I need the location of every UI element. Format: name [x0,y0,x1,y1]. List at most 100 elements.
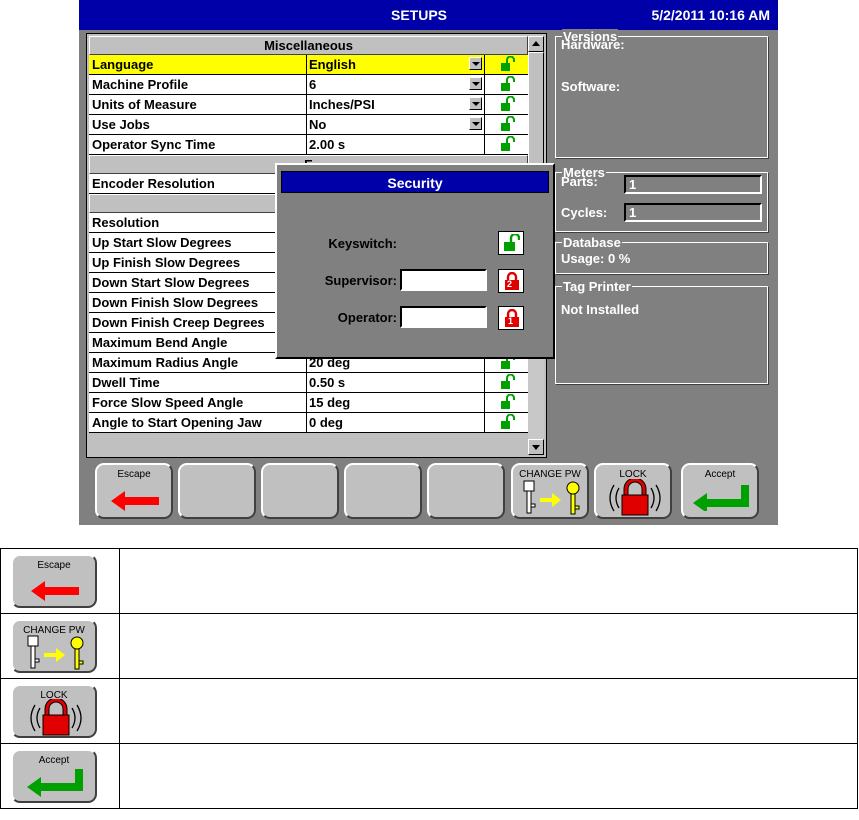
legend-accept-button: Accept [11,749,97,803]
cycles-label: Cycles: [561,205,608,220]
legend-escape-label: Escape [37,560,71,571]
security-title: Security [281,171,549,193]
setups-screen: SETUPS 5/2/2011 10:16 AM Miscellaneous La… [79,0,778,525]
hardware-label: Hardware: [561,37,625,52]
legend-key-change-icon [27,635,84,670]
setting-name: Resolution [92,215,160,230]
cycles-field: 1 [624,203,762,222]
operator-label: Operator: [337,310,397,325]
legend-change-pw-description [119,613,858,679]
datetime: 5/2/2011 10:16 AM [651,7,770,23]
unlocked-icon [501,414,515,429]
setting-name: Units of Measure [92,97,197,112]
title-bar: SETUPS 5/2/2011 10:16 AM [79,0,778,30]
database-title: Database [562,235,622,250]
setting-value[interactable]: Inches/PSI [309,97,375,112]
setting-name: Force Slow Speed Angle [92,395,244,410]
setting-name: Use Jobs [92,117,150,132]
tag-printer-group: Tag Printer [555,279,768,384]
legend-accept-label: Accept [38,755,70,766]
security-dialog: Security Keyswitch: Supervisor: 2 Operat… [275,163,555,359]
legend-left-arrow-icon [31,581,79,601]
left-arrow-icon [111,491,159,511]
setting-row[interactable]: Use Jobs No [89,115,528,135]
legend-escape-button: Escape [11,554,97,608]
setting-name: Encoder Resolution [92,176,215,191]
keyswitch-label: Keyswitch: [328,236,397,251]
scroll-up-button[interactable] [528,36,544,52]
dropdown-arrow-icon[interactable] [469,117,482,130]
setting-row[interactable]: Language English [89,55,528,75]
section-header: Miscellaneous [89,36,528,55]
setting-name: Maximum Radius Angle [92,355,239,370]
operator-lock-icon: 1 [498,306,524,330]
legend-row-escape: Escape [0,548,858,614]
setting-value[interactable]: English [309,57,356,72]
blank-button-2[interactable] [261,463,339,519]
setting-name: Angle to Start Opening Jaw [92,415,262,430]
tag-printer-title: Tag Printer [562,279,632,294]
legend-row-accept: Accept [0,743,858,809]
screen-title: SETUPS [391,7,448,23]
scroll-down-button[interactable] [528,439,544,455]
setting-value[interactable]: 2.00 s [309,137,345,152]
setting-row[interactable]: Operator Sync Time 2.00 s [89,135,528,155]
unlocked-icon [501,374,515,389]
setting-value[interactable]: 0 deg [309,415,343,430]
blank-button-3[interactable] [344,463,422,519]
software-label: Software: [561,79,621,94]
legend-lock-icon [30,699,82,736]
parts-label: Parts: [561,174,598,189]
setting-name: Down Finish Creep Degrees [92,315,265,330]
setting-value[interactable]: 6 [309,77,316,92]
setting-row[interactable]: Machine Profile 6 [89,75,528,95]
legend-lock-button: LOCK [11,684,97,738]
blank-button-1[interactable] [178,463,256,519]
legend-row-change-pw: CHANGE PW [0,613,858,679]
dropdown-arrow-icon[interactable] [469,77,482,90]
supervisor-level: 2 [507,279,513,289]
accept-button[interactable]: Accept [681,463,759,519]
setting-name: Up Start Slow Degrees [92,235,232,250]
section-title: Miscellaneous [264,38,353,53]
accept-label: Accept [704,469,736,480]
change-password-button[interactable]: CHANGE PW [511,463,589,519]
setting-row[interactable]: Units of Measure Inches/PSI [89,95,528,115]
setting-value[interactable]: 0.50 s [309,375,345,390]
unlocked-icon [501,394,515,409]
setting-row[interactable]: Angle to Start Opening Jaw 0 deg [89,413,528,433]
operator-level: 1 [508,316,514,326]
setting-name: Maximum Bend Angle [92,335,228,350]
setting-row[interactable]: Dwell Time 0.50 s [89,373,528,393]
blank-button-4[interactable] [427,463,505,519]
setting-name: Down Start Slow Degrees [92,275,250,290]
enter-arrow-icon [693,485,749,511]
button-legend-table: Escape CHANGE PW LOCK Accept [0,548,858,809]
versions-group: Versions [555,29,768,158]
dropdown-arrow-icon[interactable] [469,97,482,110]
setting-row[interactable]: Force Slow Speed Angle 15 deg [89,393,528,413]
setting-name: Down Finish Slow Degrees [92,295,259,310]
setting-name: Language [92,57,154,72]
escape-button[interactable]: Escape [95,463,173,519]
setting-name: Dwell Time [92,375,160,390]
legend-accept-description [119,743,858,809]
setting-name: Up Finish Slow Degrees [92,255,241,270]
legend-change-pw-button: CHANGE PW [11,619,97,673]
change-password-label: CHANGE PW [519,469,581,480]
keyswitch-unlock-icon [498,231,524,255]
dropdown-arrow-icon[interactable] [469,57,482,70]
unlocked-icon [501,116,515,131]
database-usage: Usage: 0 % [561,251,631,266]
supervisor-lock-icon: 2 [498,269,524,293]
unlocked-icon [501,76,515,91]
supervisor-password-input[interactable] [400,269,487,291]
lock-button[interactable]: LOCK [594,463,672,519]
legend-escape-description [119,548,858,614]
operator-password-input[interactable] [400,306,487,328]
setting-value[interactable]: 15 deg [309,395,350,410]
escape-label: Escape [117,469,151,480]
setting-value[interactable]: No [309,117,326,132]
legend-row-lock: LOCK [0,678,858,744]
setting-name: Machine Profile [92,77,189,92]
